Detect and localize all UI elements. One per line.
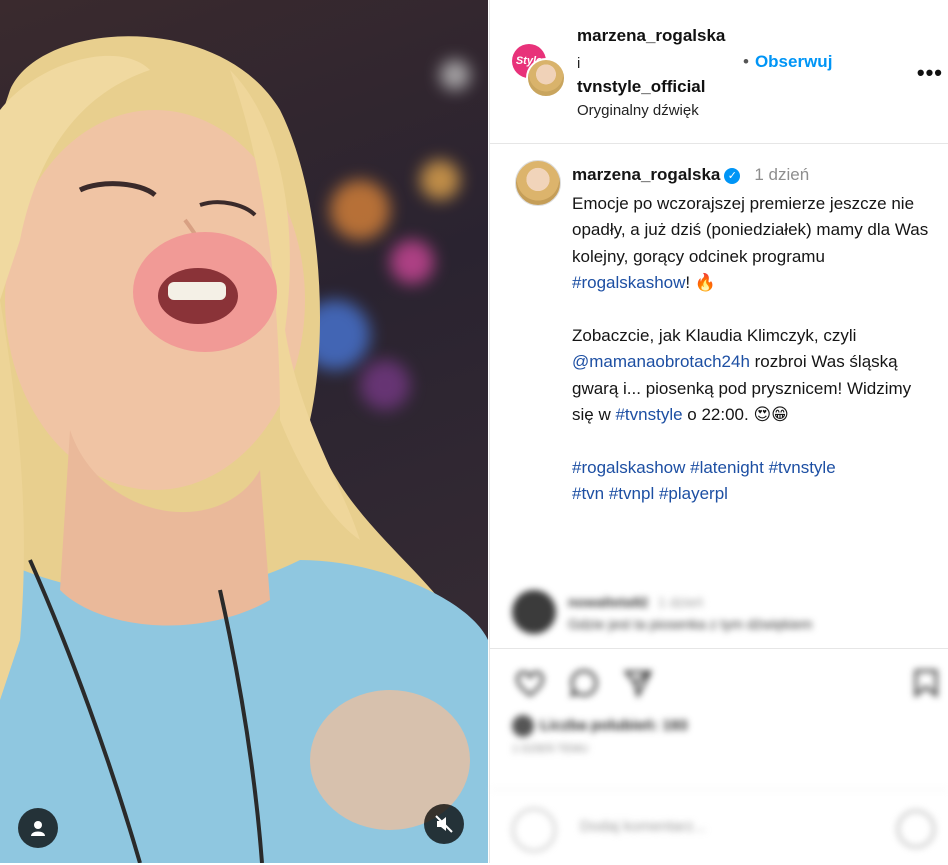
post-media[interactable] <box>0 0 488 863</box>
share-button[interactable] <box>622 667 654 699</box>
caption-text: marzena_rogalska ✓ 1 dzień Emocje po wczor… <box>572 162 934 508</box>
commenter-username[interactable]: nowalteta92 <box>568 594 648 610</box>
commenter-avatar[interactable] <box>512 590 556 634</box>
comment-item: nowalteta92 1 dzień Gdzie jest ta piosen… <box>512 590 932 640</box>
hashtags-line-2[interactable]: #tvn #tvnpl #playerpl <box>572 481 934 508</box>
hashtags-line-1[interactable]: #rogalskashow #latenight #tvnstyle <box>572 455 934 482</box>
liker-avatar <box>512 715 534 737</box>
comment-text: Gdzie jest ta piosenka z tym dźwiękiem <box>568 616 813 632</box>
header-username-2[interactable]: tvnstyle_official <box>577 77 706 97</box>
tagged-users-button[interactable] <box>18 808 58 848</box>
more-options-icon[interactable]: ••• <box>917 60 943 86</box>
caption-text-segment: Zobaczcie, jak Klaudia Klimczyk, czyli <box>572 325 857 345</box>
likes-text: Liczba polubień: 193 <box>540 716 688 734</box>
action-bar: Liczba polubień: 193 1 DZIEŃ TEMU Dodaj … <box>490 648 948 864</box>
caption-paragraph-1: Emocje po wczorajszej premierze jeszcze … <box>572 191 934 297</box>
mention-link[interactable]: @mamanaobrotach24h <box>572 352 750 371</box>
caption-username[interactable]: marzena_rogalska <box>572 165 720 184</box>
post-sidebar: Style marzena_rogalska i tvnstyle_offici… <box>489 0 948 863</box>
post-header: Style marzena_rogalska i tvnstyle_offici… <box>490 0 948 144</box>
add-comment-input[interactable]: Dodaj komentarz... <box>580 818 706 835</box>
follow-label: Obserwuj <box>754 52 833 71</box>
likes-count[interactable]: Liczba polubień: 193 <box>512 715 688 737</box>
send-icon <box>623 670 653 698</box>
caption-text-segment: Emocje po wczorajszej premierze jeszcze … <box>572 193 929 266</box>
caption-text-segment: o 22:00. 😍😁 <box>682 405 789 424</box>
comment-button[interactable] <box>568 667 600 699</box>
follow-dot: • <box>743 52 749 71</box>
user-avatar[interactable] <box>526 58 566 98</box>
like-button[interactable] <box>514 667 546 699</box>
emoji-picker-icon[interactable] <box>512 808 556 852</box>
hashtag-link[interactable]: #rogalskashow <box>572 273 685 292</box>
collab-avatars[interactable]: Style <box>512 44 566 98</box>
bookmark-icon <box>914 669 938 698</box>
comment-header: nowalteta92 1 dzień <box>568 594 703 610</box>
header-separator: i <box>577 55 581 72</box>
user-icon <box>31 821 45 836</box>
emoji-icon[interactable] <box>897 810 935 848</box>
comment-icon <box>569 669 598 698</box>
original-audio-link[interactable]: Oryginalny dźwięk <box>577 102 699 119</box>
caption-paragraph-2: Zobaczcie, jak Klaudia Klimczyk, czyli @… <box>572 323 934 429</box>
add-comment-bar: Dodaj komentarz... <box>490 789 948 865</box>
comment-time: 1 dzień <box>658 594 704 610</box>
muted-speaker-icon <box>435 815 453 833</box>
caption-text-segment: ! 🔥 <box>685 273 717 292</box>
mute-button[interactable] <box>424 804 464 844</box>
header-username-1[interactable]: marzena_rogalska <box>577 26 725 46</box>
caption-avatar[interactable] <box>515 160 561 206</box>
follow-button[interactable]: • Obserwuj <box>743 52 832 72</box>
caption-time[interactable]: 1 dzień <box>754 165 809 184</box>
heart-icon <box>516 671 544 697</box>
hashtag-link[interactable]: #tvnstyle <box>615 405 682 424</box>
post-date: 1 DZIEŃ TEMU <box>512 743 589 755</box>
person-photo <box>0 36 488 863</box>
save-button[interactable] <box>910 667 942 699</box>
post-caption: marzena_rogalska ✓ 1 dzień Emocje po wczor… <box>490 144 948 584</box>
verified-badge-icon: ✓ <box>724 168 741 184</box>
